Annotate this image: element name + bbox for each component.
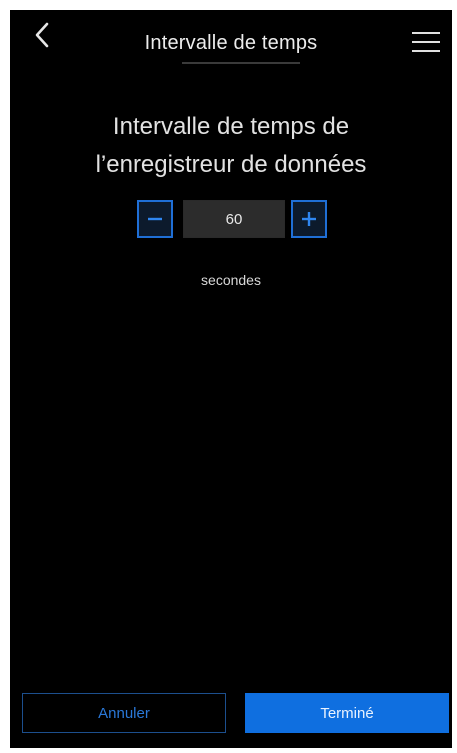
app-screen: Intervalle de temps Intervalle de temps … bbox=[10, 10, 452, 748]
menu-button[interactable] bbox=[412, 32, 440, 54]
plus-icon bbox=[302, 212, 316, 226]
page-title: Intervalle de temps bbox=[144, 32, 318, 54]
done-button[interactable]: Terminé bbox=[245, 693, 449, 733]
cancel-label: Annuler bbox=[98, 704, 150, 722]
title-underline bbox=[182, 62, 300, 64]
done-label: Terminé bbox=[320, 704, 374, 722]
hamburger-line bbox=[412, 41, 440, 43]
heading-line-1: Intervalle de temps de bbox=[112, 113, 350, 140]
interval-heading: Intervalle de temps de l’enregistreur de… bbox=[10, 108, 452, 184]
hamburger-line bbox=[412, 50, 440, 52]
decrement-button[interactable] bbox=[137, 200, 173, 238]
header-bar: Intervalle de temps bbox=[10, 10, 452, 70]
unit-label: secondes bbox=[201, 272, 261, 288]
interval-value: 60 bbox=[225, 210, 243, 228]
hamburger-menu-icon bbox=[412, 32, 440, 34]
increment-button[interactable] bbox=[291, 200, 327, 238]
interval-value-field[interactable]: 60 bbox=[183, 200, 285, 238]
cancel-button[interactable]: Annuler bbox=[22, 693, 226, 733]
minus-icon bbox=[148, 217, 162, 221]
heading-line-2: l’enregistreur de données bbox=[95, 151, 367, 178]
